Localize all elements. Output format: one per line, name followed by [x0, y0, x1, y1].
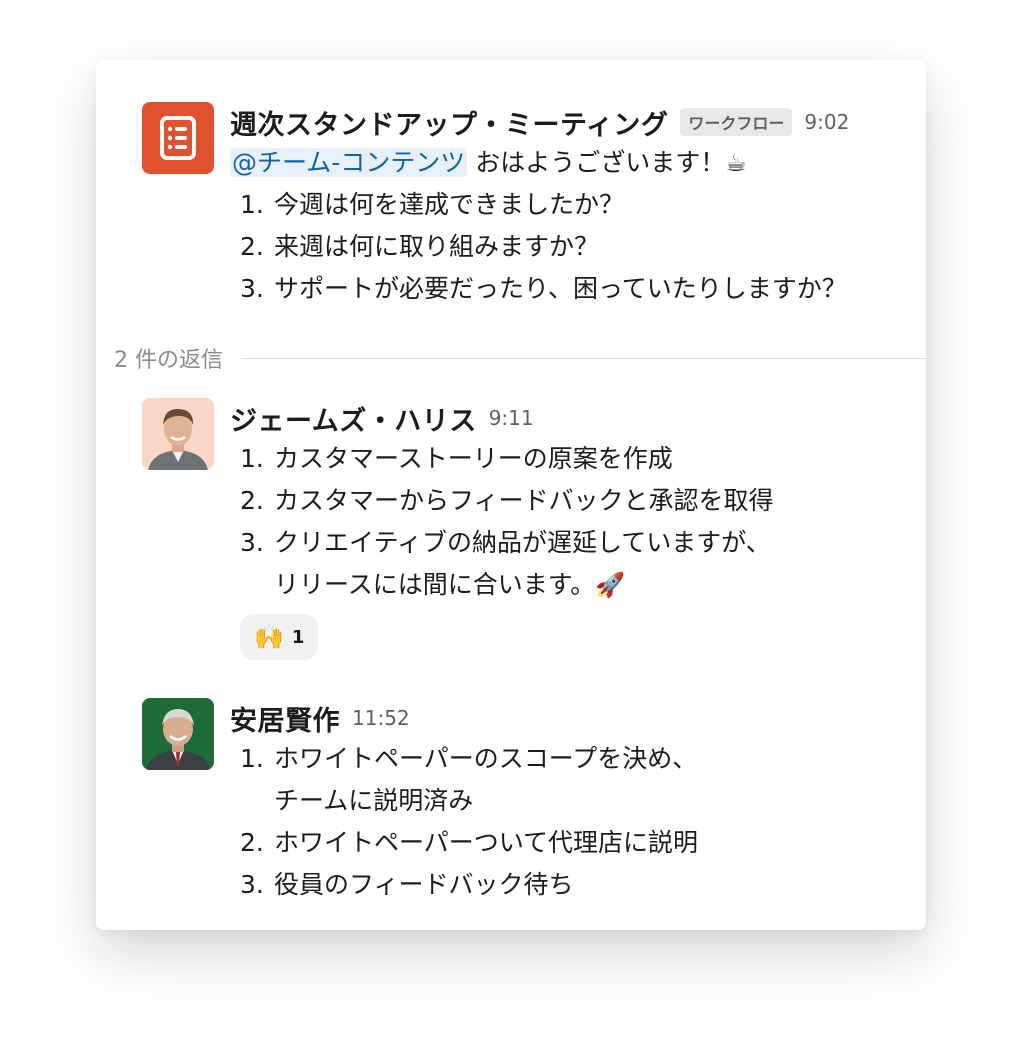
message-greeting-line: @チーム-コンテンツ おはようございます！☕ [230, 142, 916, 184]
replies-count-label: 2 件の返信 [114, 348, 223, 373]
list-item: 2. ホワイトペーパーついて代理店に説明 [240, 828, 699, 857]
author-name[interactable]: ジェームズ・ハリス [230, 399, 477, 438]
coffee-emoji: ☕ [725, 149, 747, 177]
list-item: 2. カスタマーからフィードバックと承認を取得 [240, 486, 774, 515]
timestamp[interactable]: 9:02 [804, 110, 849, 134]
question-list: 1. 今週は何を達成できましたか？ 2. 来週は何に取り組みますか？ 3. サポートが… [230, 184, 916, 310]
list-item: 2. 来週は何に取り組みますか？ [240, 232, 600, 261]
avatar[interactable] [142, 698, 214, 770]
list-item: 1. 今週は何を達成できましたか？ [240, 190, 625, 219]
reaction-count: 1 [291, 626, 305, 648]
raised-hands-icon: 🙌 [254, 623, 284, 651]
greeting-text: おはようございます！ [475, 148, 726, 177]
author-name[interactable]: 週次スタンドアップ・ミーティング [230, 103, 668, 142]
avatar[interactable] [142, 398, 214, 470]
list-item: 3. クリエイティブの納品が遅延していますが、 [240, 528, 771, 557]
reply-list: 1. ホワイトペーパーのスコープを決め、 チームに説明済み 2. ホワイトペーパーつ… [230, 738, 916, 906]
mention-link[interactable]: @チーム-コンテンツ [230, 148, 468, 177]
user-photo-icon [142, 698, 214, 770]
timestamp[interactable]: 9:11 [489, 406, 534, 430]
author-name[interactable]: 安居賢作 [230, 699, 340, 738]
list-item-continuation: リリースには間に合います。🚀 [274, 570, 626, 599]
replies-divider: 2 件の返信 [114, 342, 926, 374]
list-item: 1. ホワイトペーパーのスコープを決め、 [240, 744, 698, 773]
reaction-button[interactable]: 🙌 1 [240, 614, 319, 660]
workflow-avatar[interactable] [142, 102, 214, 174]
list-item: 1. カスタマーストーリーの原案を作成 [240, 444, 673, 473]
timestamp[interactable]: 11:52 [352, 706, 410, 730]
list-item: 3. 役員のフィードバック待ち [240, 870, 574, 899]
rocket-emoji: 🚀 [595, 571, 626, 599]
divider-line [241, 357, 926, 359]
list-item: 3. サポートが必要だったり、困っていたりしますか？ [240, 274, 847, 303]
document-list-icon [160, 116, 196, 160]
list-item-continuation: チームに説明済み [274, 786, 474, 815]
thread-panel: 週次スタンドアップ・ミーティング ワークフロー 9:02 @チーム-コンテンツ … [96, 60, 926, 930]
reply-list: 1. カスタマーストーリーの原案を作成 2. カスタマーからフィードバックと承認を取… [230, 438, 916, 606]
user-photo-icon [142, 398, 214, 470]
workflow-badge: ワークフロー [680, 108, 793, 136]
